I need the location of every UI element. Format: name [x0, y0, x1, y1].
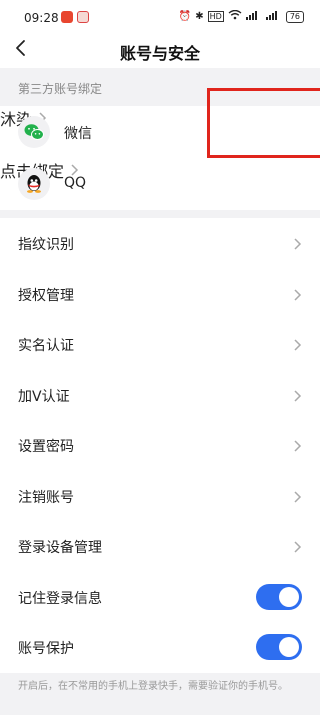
settings-item-label: 指纹识别	[18, 237, 74, 253]
wechat-icon	[18, 116, 50, 148]
app-badge-red-icon	[61, 11, 73, 23]
app-badge-small-icon	[77, 11, 89, 23]
settings-item-account-protection: 账号保护	[0, 622, 320, 673]
signal-icon	[265, 10, 282, 23]
account-protection-note: 开启后，在不常用的手机上登录快手，需要验证你的手机号。	[18, 681, 288, 692]
settings-item-v-verification[interactable]: 加V认证	[0, 370, 320, 421]
system-icons: ⏰ ✱ HD 76	[178, 9, 304, 23]
settings-item-label: 记住登录信息	[18, 590, 102, 607]
settings-item-label: 实名认证	[18, 338, 74, 354]
toggle-knob	[279, 637, 299, 657]
settings-item-real-name[interactable]: 实名认证	[0, 319, 320, 370]
signal-5g-icon	[245, 10, 262, 23]
nfc-icon: ✱	[195, 11, 204, 22]
settings-list: 指纹识别 授权管理 实名认证 加V认证 设置密码 注销账号 登录设备管理 记住登…	[0, 218, 320, 673]
alarm-icon: ⏰	[178, 11, 192, 22]
chevron-right-icon	[292, 388, 302, 402]
toggle-knob	[279, 586, 299, 607]
chevron-right-icon	[292, 438, 302, 452]
section-label: 第三方账号绑定	[18, 82, 103, 96]
qq-icon	[18, 168, 50, 200]
settings-item-label: 注销账号	[18, 489, 74, 506]
nav-bar: 账号与安全	[0, 30, 320, 68]
account-row-qq[interactable]: QQ 点击绑定	[0, 158, 320, 210]
annotation-highlight-box	[207, 88, 320, 158]
chevron-right-icon	[292, 287, 302, 301]
settings-item-device-management[interactable]: 登录设备管理	[0, 521, 320, 572]
settings-item-set-password[interactable]: 设置密码	[0, 420, 320, 471]
settings-item-label: 账号保护	[18, 641, 74, 657]
settings-item-label: 加V认证	[18, 388, 70, 405]
account-name: 微信	[64, 126, 92, 142]
settings-item-delete-account[interactable]: 注销账号	[0, 471, 320, 522]
remember-login-toggle[interactable]	[256, 583, 302, 610]
settings-item-remember-login: 记住登录信息	[0, 572, 320, 623]
settings-item-label: 授权管理	[18, 287, 74, 304]
settings-item-fingerprint[interactable]: 指纹识别	[0, 218, 320, 269]
settings-item-label: 设置密码	[18, 439, 74, 455]
chevron-right-icon	[292, 337, 302, 351]
account-protection-toggle[interactable]	[256, 634, 302, 660]
battery-indicator: 76	[285, 10, 304, 23]
wifi-icon	[228, 9, 242, 23]
status-time: 09:28	[24, 11, 59, 25]
chevron-right-icon	[292, 489, 302, 503]
chevron-right-icon	[292, 236, 302, 250]
hd-icon: HD	[207, 11, 224, 22]
settings-item-authorization[interactable]: 授权管理	[0, 269, 320, 320]
chevron-right-icon	[292, 539, 302, 553]
settings-item-label: 登录设备管理	[18, 540, 102, 556]
status-bar: 09:28 ⏰ ✱ HD 76	[0, 0, 320, 30]
account-name: QQ	[64, 175, 87, 191]
page-title: 账号与安全	[119, 44, 200, 63]
